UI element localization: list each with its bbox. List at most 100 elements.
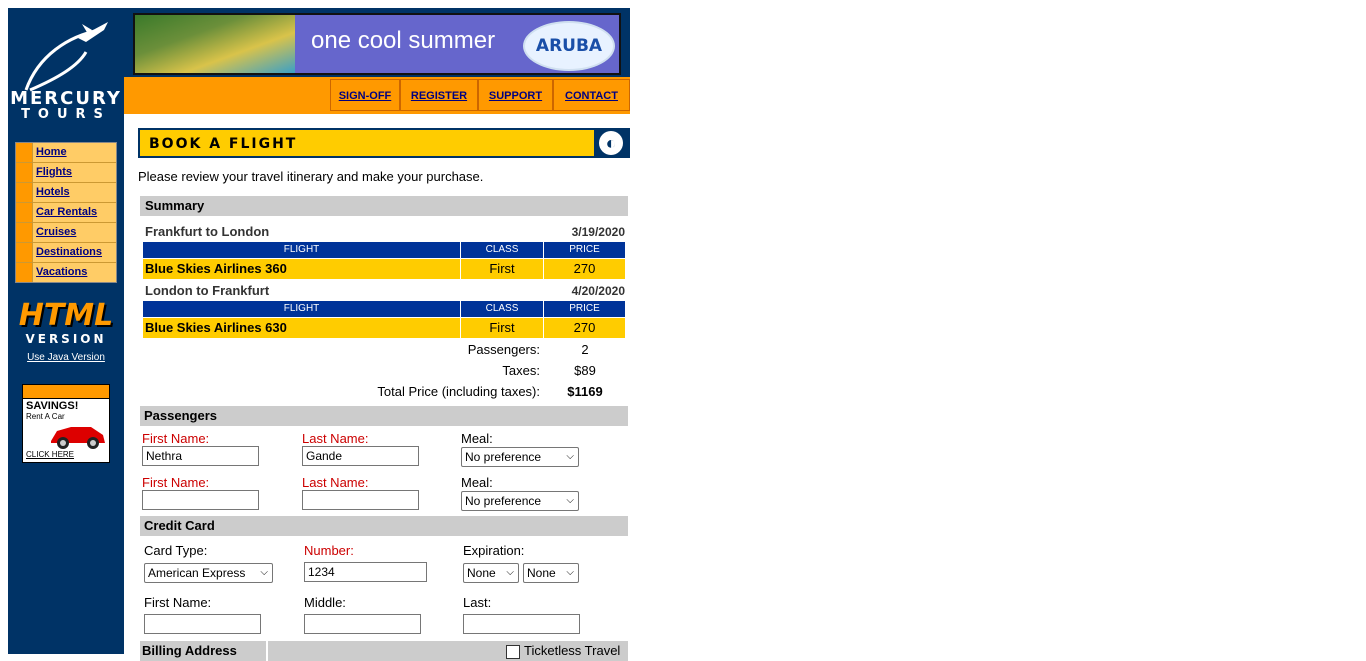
outbound-table-header: FLIGHT CLASS PRICE bbox=[143, 242, 625, 258]
passengers-count-label: Passengers: bbox=[467, 342, 540, 357]
brand-line1: MERCURY bbox=[10, 88, 122, 109]
passenger1-first-name-input[interactable]: Nethra bbox=[142, 446, 259, 466]
globe-icon: ◐ bbox=[594, 130, 628, 156]
col-flight: FLIGHT bbox=[283, 303, 320, 314]
credit-card-header: Credit Card bbox=[140, 516, 628, 536]
billing-address-title: Billing Address bbox=[142, 643, 237, 658]
outbound-date: 3/19/2020 bbox=[571, 225, 625, 239]
banner-text: one cool summer bbox=[311, 27, 496, 54]
divider bbox=[460, 259, 461, 279]
sidebar-item-hotels: Hotels bbox=[16, 183, 116, 203]
banner-photo bbox=[135, 15, 295, 73]
nav-link-destinations[interactable]: Destinations bbox=[33, 243, 102, 262]
sidebar-item-destinations: Destinations bbox=[16, 243, 116, 263]
passenger2-first-label: First Name: bbox=[142, 475, 210, 490]
passenger2-meal-select[interactable]: No preference ⌵ bbox=[461, 491, 579, 511]
nav-bullet bbox=[16, 243, 33, 262]
taxes-label: Taxes: bbox=[502, 363, 540, 378]
nav-link-cruises[interactable]: Cruises bbox=[33, 223, 76, 242]
card-type-label: Card Type: bbox=[144, 543, 208, 558]
chevron-down-icon: ⌵ bbox=[260, 567, 268, 578]
nav-bullet bbox=[16, 183, 33, 202]
ad-top-bar bbox=[23, 385, 109, 399]
nav-link-vacations[interactable]: Vacations bbox=[33, 263, 87, 282]
ticketless-bar: Ticketless Travel bbox=[268, 641, 628, 661]
register-link[interactable]: REGISTER bbox=[400, 79, 478, 111]
passenger1-meal-label: Meal: bbox=[461, 431, 493, 446]
intro-text: Please review your travel itinerary and … bbox=[138, 169, 484, 184]
nav-bullet bbox=[16, 163, 33, 182]
divider bbox=[460, 301, 461, 317]
card-type-select[interactable]: American Express ⌵ bbox=[144, 563, 273, 583]
html-version-title: HTML bbox=[18, 298, 114, 333]
brand-line2: TOURS bbox=[21, 107, 111, 122]
chevron-down-icon: ⌵ bbox=[566, 567, 574, 578]
ticketless-checkbox[interactable] bbox=[506, 645, 520, 659]
nav-link-car-rentals[interactable]: Car Rentals bbox=[33, 203, 97, 222]
cc-middle-name-input[interactable] bbox=[304, 614, 421, 634]
sidebar-item-car-rentals: Car Rentals bbox=[16, 203, 116, 223]
cc-last-name-input[interactable] bbox=[463, 614, 580, 634]
html-version-badge: HTML VERSION Use Java Version bbox=[8, 298, 124, 364]
cc-middle-name-label: Middle: bbox=[304, 595, 346, 610]
passenger2-last-name-input[interactable] bbox=[302, 490, 419, 510]
divider bbox=[460, 242, 461, 258]
sidebar-nav: Home Flights Hotels Car Rentals Cruises … bbox=[15, 142, 117, 283]
outbound-route: Frankfurt to London bbox=[145, 224, 270, 239]
sidebar: MERCURY TOURS Home Flights Hotels Car Re… bbox=[8, 8, 124, 654]
support-link[interactable]: SUPPORT bbox=[478, 79, 553, 111]
col-price: PRICE bbox=[569, 244, 600, 255]
contact-link[interactable]: CONTACT bbox=[553, 79, 630, 111]
inbound-class: First bbox=[489, 320, 515, 335]
sign-off-link[interactable]: SIGN-OFF bbox=[330, 79, 400, 111]
page-title: BOOK A FLIGHT bbox=[149, 136, 298, 152]
nav-link-flights[interactable]: Flights bbox=[33, 163, 72, 182]
inbound-flight-row: Blue Skies Airlines 630 First 270 bbox=[143, 318, 625, 338]
aruba-banner-ad[interactable]: one cool summer ARUBA bbox=[133, 13, 621, 75]
card-type-value: American Express bbox=[148, 566, 246, 580]
cc-last-name-label: Last: bbox=[463, 595, 492, 610]
car-rental-ad[interactable]: SAVINGS! Rent A Car CLICK HERE bbox=[22, 384, 110, 463]
expiration-year-select[interactable]: None ⌵ bbox=[523, 563, 579, 583]
card-number-input[interactable]: 1234 bbox=[304, 562, 427, 582]
outbound-flight: Blue Skies Airlines 360 bbox=[145, 261, 287, 276]
passenger2-first-name-input[interactable] bbox=[142, 490, 259, 510]
sidebar-item-vacations: Vacations bbox=[16, 263, 116, 282]
passenger1-meal-value: No preference bbox=[465, 450, 542, 464]
passenger1-first-label: First Name: bbox=[142, 431, 210, 446]
divider bbox=[543, 259, 544, 279]
passengers-count-value: 2 bbox=[581, 342, 589, 357]
passenger1-meal-select[interactable]: No preference ⌵ bbox=[461, 447, 579, 467]
passenger2-meal-label: Meal: bbox=[461, 475, 493, 490]
inbound-price: 270 bbox=[573, 320, 596, 335]
html-version-subtitle: VERSION bbox=[25, 332, 107, 346]
expiration-month-select[interactable]: None ⌵ bbox=[463, 563, 519, 583]
outbound-flight-row: Blue Skies Airlines 360 First 270 bbox=[143, 259, 625, 279]
nav-link-home[interactable]: Home bbox=[33, 143, 67, 162]
nav-link-hotels[interactable]: Hotels bbox=[33, 183, 70, 202]
page-title-bar: BOOK A FLIGHT ◐ bbox=[138, 128, 630, 158]
globe-ball: ◐ bbox=[599, 131, 623, 155]
col-price: PRICE bbox=[569, 303, 600, 314]
billing-address-header: Billing Address bbox=[140, 641, 266, 661]
nav-bullet bbox=[16, 223, 33, 242]
nav-bullet bbox=[16, 203, 33, 222]
mercury-tours-logo[interactable]: MERCURY TOURS bbox=[8, 8, 124, 138]
red-car-icon bbox=[51, 427, 105, 449]
passenger1-last-name-input[interactable]: Gande bbox=[302, 446, 419, 466]
sidebar-item-home: Home bbox=[16, 143, 116, 163]
col-class: CLASS bbox=[485, 244, 519, 255]
chevron-down-icon: ⌵ bbox=[566, 495, 574, 506]
inbound-date: 4/20/2020 bbox=[571, 284, 625, 298]
use-java-version-link[interactable]: Use Java Version bbox=[8, 352, 124, 363]
aruba-logo: ARUBA bbox=[523, 21, 615, 71]
chevron-down-icon: ⌵ bbox=[506, 567, 514, 578]
chevron-down-icon: ⌵ bbox=[566, 451, 574, 462]
cc-first-name-input[interactable] bbox=[144, 614, 261, 634]
summary-header: Summary bbox=[140, 196, 628, 216]
col-flight: FLIGHT bbox=[283, 244, 320, 255]
card-number-label: Number: bbox=[304, 543, 354, 558]
exp-year-value: None bbox=[527, 566, 556, 580]
inbound-route: London to Frankfurt bbox=[145, 283, 270, 298]
nav-bullet bbox=[16, 143, 33, 162]
